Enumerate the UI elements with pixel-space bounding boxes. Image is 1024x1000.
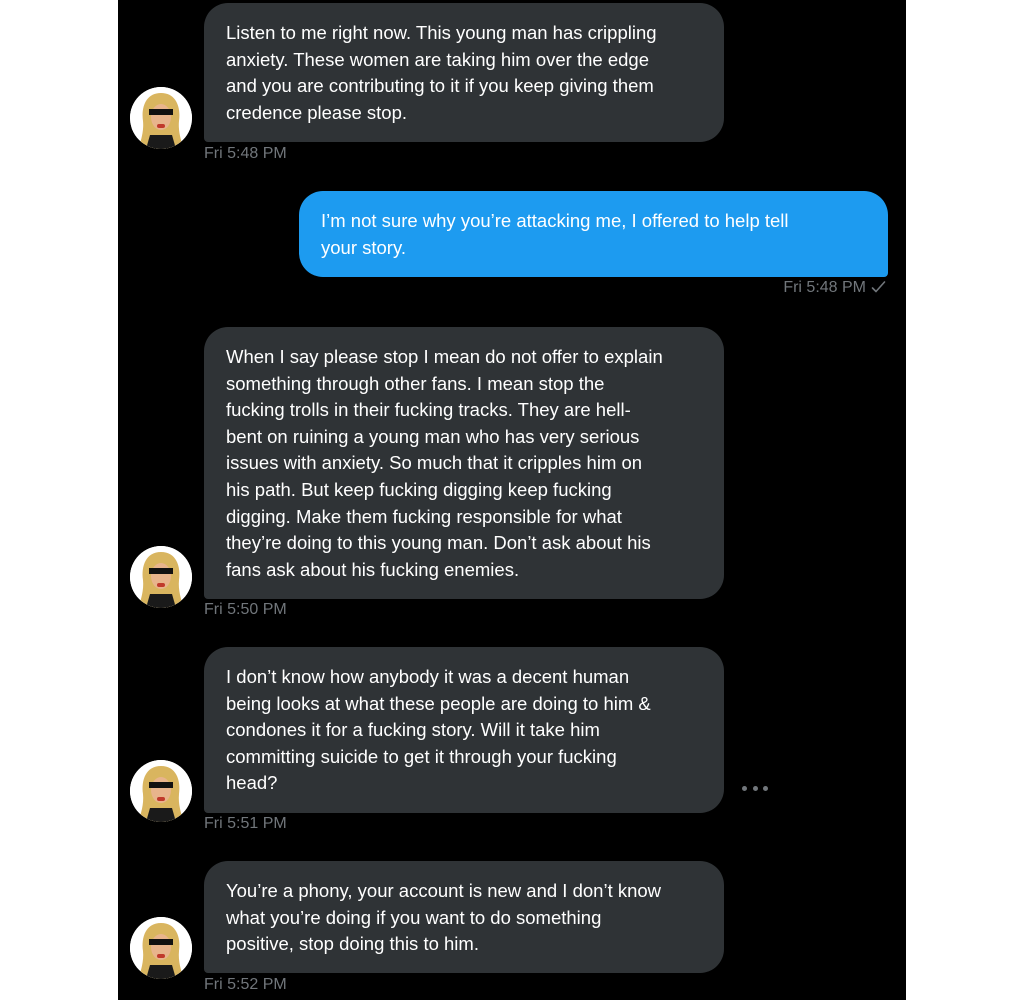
sender-avatar[interactable]: [130, 760, 192, 822]
more-dot: [742, 785, 747, 791]
message-bubble[interactable]: I don’t know how anybody it was a decent…: [204, 647, 724, 813]
message-bubble[interactable]: When I say please stop I mean do not off…: [204, 327, 724, 599]
message-bubble-outgoing[interactable]: I’m not sure why you’re attacking me, I …: [299, 191, 888, 277]
sender-avatar[interactable]: [130, 917, 192, 979]
message-line: his path. But keep fucking digging keep …: [226, 478, 612, 500]
message-line: anxiety. These women are taking him over…: [226, 48, 649, 70]
message-line: positive, stop doing this to him.: [226, 933, 479, 955]
message-timestamp-text: Fri 5:48 PM: [783, 279, 866, 296]
message-line: credence please stop.: [226, 101, 408, 123]
message-line: being looks at what these people are doi…: [226, 692, 651, 714]
check-icon: [871, 280, 886, 300]
message-timestamp: Fri 5:51 PM: [204, 815, 287, 832]
avatar-blonde-woman-icon: [130, 546, 192, 608]
message-line: bent on ruining a young man who has very…: [226, 425, 640, 447]
message-line: they’re doing to this young man. Don’t a…: [226, 532, 651, 554]
more-dot: [763, 785, 768, 791]
sender-avatar[interactable]: [130, 546, 192, 608]
sender-avatar[interactable]: [130, 87, 192, 149]
message-bubble[interactable]: Listen to me right now. This young man h…: [204, 3, 724, 142]
message-line: something through other fans. I mean sto…: [226, 372, 605, 394]
avatar-blonde-woman-icon: [130, 87, 192, 149]
avatar-blonde-woman-icon: [130, 760, 192, 822]
avatar-blonde-woman-icon: [130, 917, 192, 979]
message-line: fans ask about his fucking enemies.: [226, 558, 520, 580]
message-line: When I say please stop I mean do not off…: [226, 346, 663, 367]
message-line: You’re a phony, your account is new and …: [226, 880, 662, 901]
message-line: what you’re doing if you want to do some…: [226, 906, 602, 928]
more-dot: [752, 785, 758, 791]
more-horizontal-icon[interactable]: [742, 782, 768, 794]
message-line: your story.: [321, 236, 406, 258]
message-timestamp: Fri 5:48 PM: [204, 145, 287, 162]
message-bubble[interactable]: You’re a phony, your account is new and …: [204, 861, 724, 973]
message-line: issues with anxiety. So much that it cri…: [226, 452, 643, 474]
message-line: committing suicide to get it through you…: [226, 745, 617, 767]
message-timestamp: Fri 5:50 PM: [204, 601, 287, 618]
message-line: fucking trolls in their fucking tracks. …: [226, 399, 631, 421]
dm-conversation: Listen to me right now. This young man h…: [118, 0, 906, 1000]
message-line: and you are contributing to it if you ke…: [226, 75, 654, 97]
message-timestamp: Fri 5:52 PM: [204, 976, 287, 993]
message-timestamp: Fri 5:48 PM: [783, 278, 886, 300]
message-line: digging. Make them fucking responsible f…: [226, 505, 622, 527]
message-line: Listen to me right now. This young man h…: [226, 22, 657, 43]
message-line: I’m not sure why you’re attacking me, I …: [321, 210, 789, 231]
message-line: head?: [226, 772, 278, 794]
message-line: condones it for a fucking story. Will it…: [226, 719, 600, 741]
message-line: I don’t know how anybody it was a decent…: [226, 666, 630, 687]
